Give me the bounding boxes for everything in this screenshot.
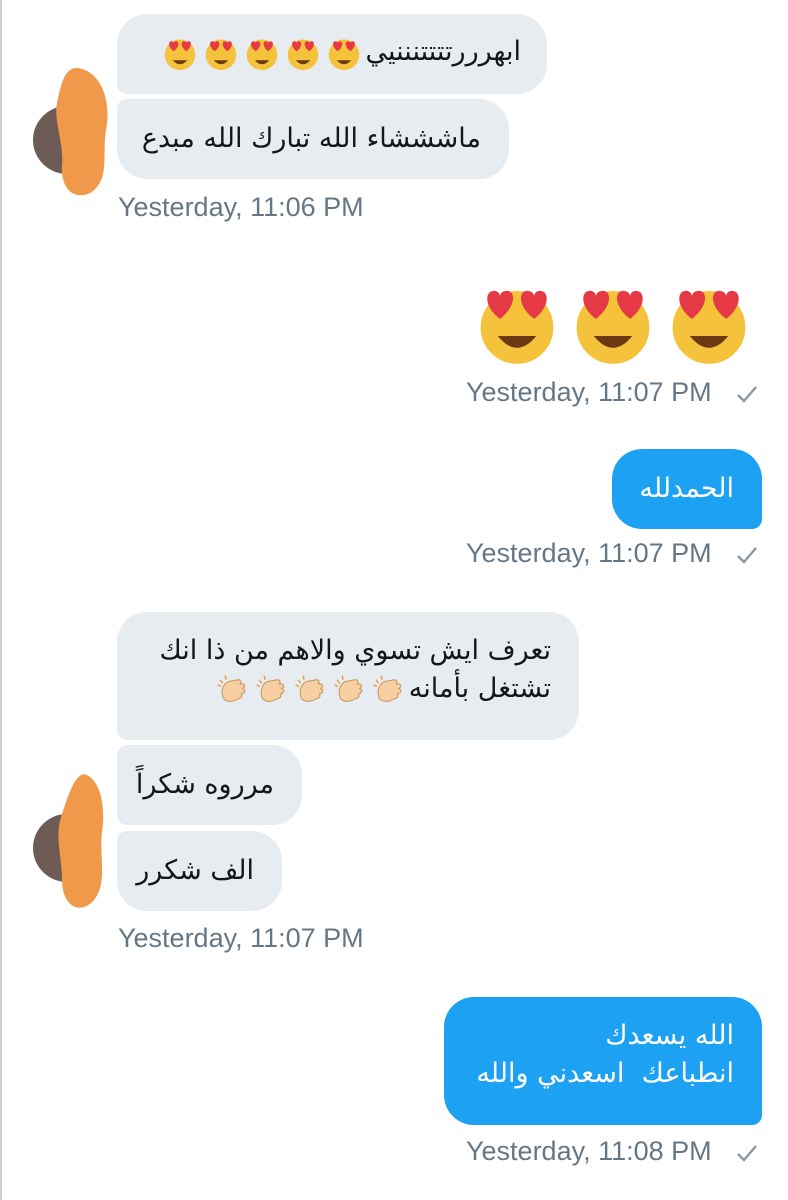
incoming-message-bubble[interactable]: ماشششاء الله تبارك الله مبدع [117, 99, 509, 179]
message-timestamp: Yesterday, 11:08 PM [466, 1136, 712, 1166]
message-text: تشتغل بأمانه [408, 673, 551, 704]
outgoing-emoji-message[interactable] [474, 276, 752, 366]
sent-check-icon [737, 386, 757, 403]
message-text: مرروه شكراً [135, 769, 274, 800]
message-timestamp: Yesterday, 11:07 PM [466, 377, 712, 407]
heart-eyes-emoji-icon [246, 39, 277, 70]
emoji-row [162, 35, 362, 71]
sender-avatar[interactable] [22, 770, 122, 920]
emoji-row [215, 673, 405, 707]
message-text: الحمدلله [639, 473, 734, 504]
message-text: ابهرررتتتتنننيي [365, 36, 522, 67]
message-text-line: الله يسعدك [605, 1020, 734, 1051]
incoming-message-bubble[interactable]: مرروه شكراً [117, 745, 302, 825]
heart-eyes-emoji-icon [205, 39, 236, 70]
message-text-line: تعرف ايش تسوي والاهم من ذا انك [159, 635, 552, 666]
message-text-line: تشتغل بأمانه [117, 670, 551, 708]
clapping-hands-emoji-icon [372, 674, 402, 702]
message-timestamp: Yesterday, 11:06 PM [118, 192, 364, 222]
outgoing-message-bubble[interactable]: الله يسعدك انطباعك اسعدني والله [444, 997, 762, 1125]
heart-eyes-emoji-icon [576, 290, 650, 364]
clapping-hands-emoji-icon [294, 674, 324, 702]
message-text: الف شكرر [136, 855, 254, 886]
incoming-message-bubble[interactable]: تعرف ايش تسوي والاهم من ذا انك تشتغل بأم… [117, 612, 579, 740]
heart-eyes-emoji-icon [287, 39, 318, 70]
message-timestamp: Yesterday, 11:07 PM [466, 538, 712, 568]
message-text-line: انطباعك اسعدني والله [476, 1058, 734, 1089]
clapping-hands-emoji-icon [216, 674, 246, 702]
incoming-message-bubble[interactable]: ابهرررتتتتنننيي [117, 14, 547, 94]
clapping-hands-emoji-icon [255, 674, 285, 702]
incoming-message-bubble[interactable]: الف شكرر [117, 831, 282, 911]
outgoing-message-bubble[interactable]: الحمدلله [612, 449, 762, 529]
heart-eyes-emoji-icon [164, 39, 195, 70]
message-timestamp: Yesterday, 11:07 PM [118, 923, 364, 953]
heart-eyes-emoji-icon [672, 290, 746, 364]
sent-check-icon [737, 1145, 757, 1162]
left-edge-divider [0, 0, 2, 1200]
sender-avatar[interactable] [22, 60, 122, 210]
heart-eyes-emoji-icon [328, 39, 359, 70]
heart-eyes-emoji-icon [480, 290, 554, 364]
sent-check-icon [737, 547, 757, 564]
clapping-hands-emoji-icon [333, 674, 363, 702]
message-text: ماشششاء الله تبارك الله مبدع [141, 123, 481, 154]
